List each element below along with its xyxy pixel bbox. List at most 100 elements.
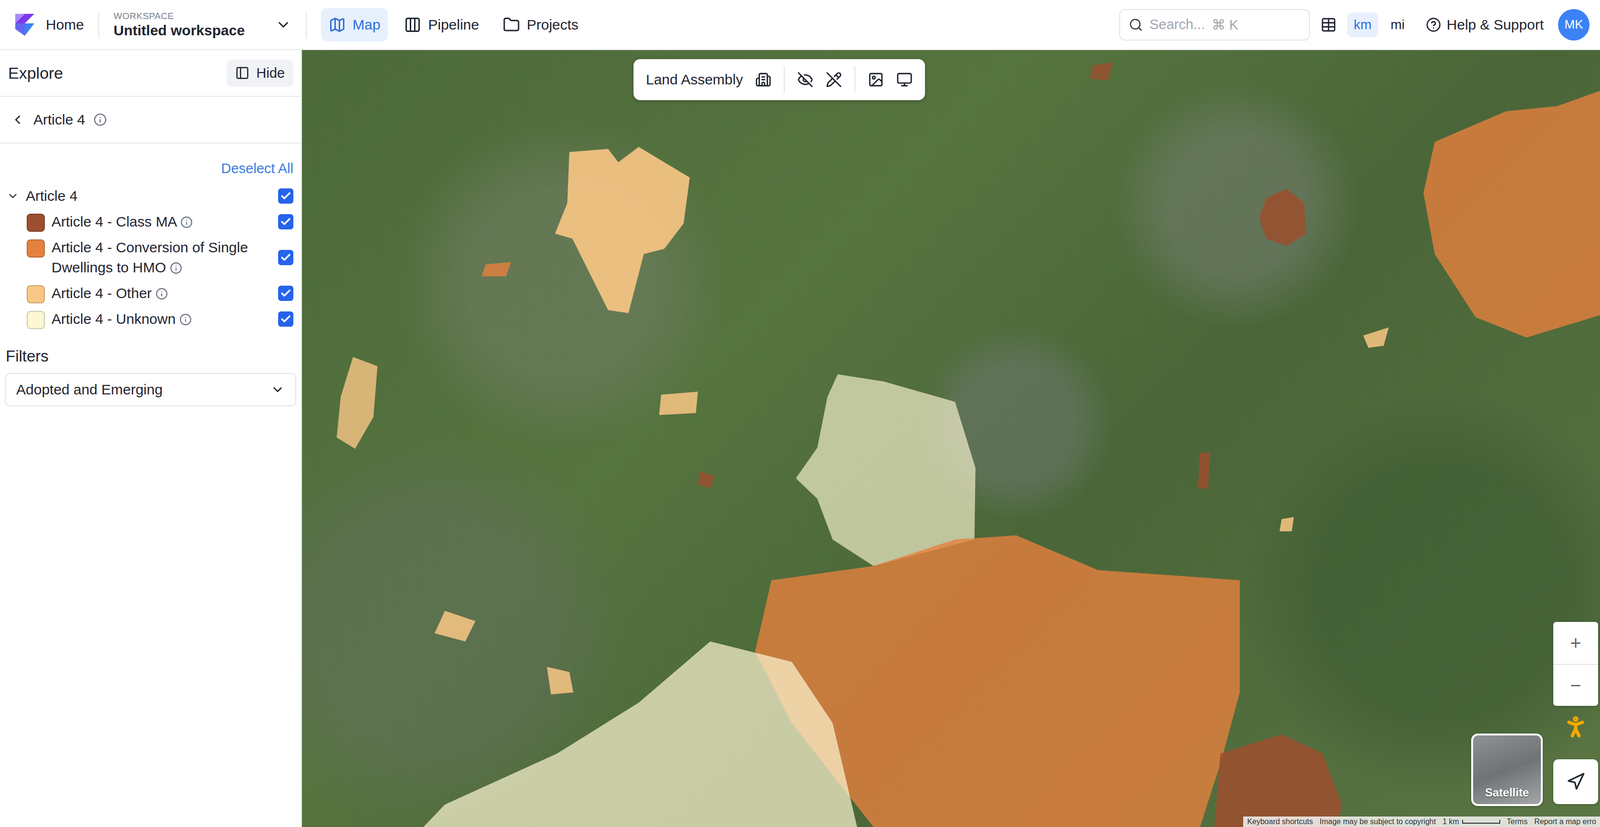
top-right: Search...⌘ K kmmi Help & Support MK	[1119, 9, 1590, 41]
draw-off-icon[interactable]	[825, 71, 842, 88]
zoom-controls: +−	[1553, 622, 1599, 707]
nav-label: Projects	[526, 16, 579, 33]
layer-label: Article 4 - Class MA	[51, 211, 272, 232]
article4-area[interactable]	[1214, 734, 1342, 827]
layer-row[interactable]: Article 4 - Unknown	[0, 306, 302, 333]
layer-checkbox[interactable]	[278, 311, 294, 327]
nav-item[interactable]: Map	[321, 8, 388, 42]
article4-area[interactable]	[336, 356, 378, 449]
article4-area[interactable]	[546, 666, 574, 695]
zoom-out-button[interactable]: −	[1553, 664, 1599, 707]
article4-area[interactable]	[1363, 327, 1389, 348]
info-icon[interactable]	[169, 261, 183, 275]
layer-checkbox[interactable]	[278, 249, 294, 266]
article4-area[interactable]	[697, 471, 715, 489]
pegman-icon	[1562, 713, 1590, 741]
chevron-down-icon	[270, 382, 285, 397]
layer-checkbox[interactable]	[278, 285, 294, 302]
divider	[854, 66, 856, 94]
image-icon[interactable]	[867, 71, 884, 88]
divider	[305, 11, 307, 39]
article4-area[interactable]	[481, 262, 511, 277]
home-link[interactable]: Home	[11, 11, 84, 38]
deselect-all-link[interactable]: Deselect All	[220, 160, 294, 177]
panel-icon	[235, 65, 250, 81]
article4-area[interactable]	[1279, 517, 1294, 532]
logo-icon	[11, 11, 38, 38]
nav-item[interactable]: Pipeline	[396, 8, 487, 42]
article4-area[interactable]	[555, 146, 690, 313]
building-icon[interactable]	[755, 71, 772, 88]
article4-area[interactable]	[1089, 62, 1113, 81]
article4-area[interactable]	[423, 641, 858, 827]
info-icon[interactable]	[155, 287, 168, 301]
locate-button[interactable]	[1553, 759, 1599, 805]
workspace-switcher[interactable]: WORKSPACEUntitled workspace	[113, 10, 292, 39]
unit-option[interactable]: mi	[1383, 12, 1412, 38]
info-icon[interactable]	[180, 216, 193, 229]
article4-area[interactable]	[659, 391, 698, 416]
sidebar-header: Explore Hide	[0, 50, 302, 97]
search-placeholder: Search...	[1149, 16, 1206, 33]
workspace-info: WORKSPACEUntitled workspace	[113, 10, 245, 39]
top-bar: Home WORKSPACEUntitled workspace Map Pipeli…	[0, 0, 1600, 51]
layer-group-label: Article 4	[25, 186, 272, 207]
back-row[interactable]: Article 4	[0, 96, 302, 144]
check-icon	[280, 287, 292, 300]
nav-icon	[404, 16, 422, 34]
scale-line	[1462, 820, 1501, 824]
basemap-label: Satellite	[1485, 786, 1529, 800]
help-icon	[1425, 17, 1442, 33]
keyboard-shortcuts-link[interactable]: Keyboard shortcuts	[1246, 817, 1313, 827]
monitor-icon[interactable]	[896, 71, 913, 88]
basemap-toggle[interactable]: Satellite	[1471, 733, 1543, 807]
layer-checkbox[interactable]	[278, 214, 294, 230]
check-icon	[280, 216, 292, 228]
land-assembly-label[interactable]: Land Assembly	[645, 71, 743, 88]
nav-label: Map	[352, 16, 381, 33]
body: Explore Hide Article 4 Deselect All Article …	[0, 50, 1600, 827]
search-field[interactable]: Search...⌘ K	[1119, 9, 1310, 41]
hide-button[interactable]: Hide	[226, 59, 294, 87]
layer-row[interactable]: Article 4 - Other	[0, 280, 302, 307]
layer-row[interactable]: Article 4 - Class MA	[0, 208, 302, 235]
article4-area[interactable]	[795, 374, 976, 567]
nav-icon	[502, 16, 520, 34]
app: Home WORKSPACEUntitled workspace Map Pipeli…	[0, 0, 1600, 827]
article4-area[interactable]	[1259, 188, 1307, 247]
map-attribution: Keyboard shortcutsImage may be subject t…	[1243, 816, 1600, 827]
help-label: Help & Support	[1446, 16, 1544, 33]
info-icon[interactable]	[179, 313, 192, 326]
layer-group-checkbox[interactable]	[278, 188, 294, 204]
check-icon	[280, 313, 292, 325]
map-overlay	[301, 50, 1600, 827]
help-button[interactable]: Help & Support	[1422, 12, 1548, 37]
sidebar-title: Explore	[8, 63, 63, 83]
table-icon[interactable]	[1320, 16, 1337, 33]
zoom-in-button[interactable]: +	[1553, 622, 1599, 665]
eye-off-icon[interactable]	[797, 71, 814, 88]
home-label: Home	[45, 16, 84, 33]
article4-area[interactable]	[1423, 91, 1600, 338]
street-view-pegman[interactable]	[1553, 708, 1599, 746]
layer-label: Article 4 - Conversion of Single Dwellin…	[51, 237, 272, 278]
map[interactable]: Land Assembly +− Satellite Keyboard shortcu…	[301, 50, 1600, 827]
layer-row[interactable]: Article 4 - Conversion of Single Dwellin…	[0, 234, 302, 281]
filter-dropdown[interactable]: Adopted and Emerging	[4, 373, 297, 407]
map-toolbar: Land Assembly	[633, 59, 925, 101]
chevron-down-icon	[275, 16, 292, 33]
article4-area[interactable]	[1197, 452, 1211, 489]
check-icon	[280, 251, 292, 264]
report-link[interactable]: Report a map erro	[1534, 817, 1597, 827]
article4-area[interactable]	[434, 611, 476, 642]
info-icon[interactable]	[93, 113, 107, 127]
nav-label: Pipeline	[427, 16, 479, 33]
unit-option[interactable]: km	[1347, 12, 1379, 38]
nav-item[interactable]: Projects	[495, 8, 586, 42]
search-icon	[1128, 17, 1143, 32]
divider	[98, 11, 100, 39]
layer-group-row[interactable]: Article 4	[0, 183, 302, 209]
user-avatar[interactable]: MK	[1558, 9, 1590, 41]
expand-icon[interactable]	[6, 189, 20, 203]
terms-link[interactable]: Terms	[1506, 817, 1528, 827]
